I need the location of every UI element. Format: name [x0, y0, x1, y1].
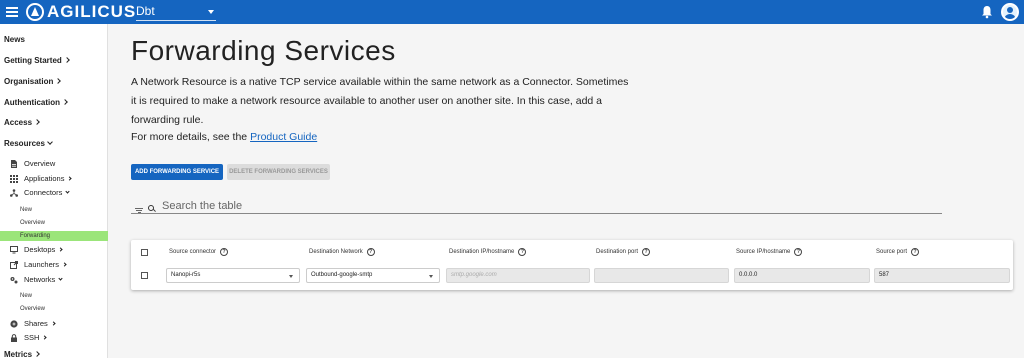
logo-text: AGILICUS — [47, 2, 137, 21]
chevron-right-icon — [34, 351, 40, 357]
help-icon[interactable]: ? — [794, 248, 803, 256]
share-cloud-icon — [10, 319, 18, 328]
agilicus-logo[interactable]: AGILICUS — [26, 2, 136, 22]
help-icon[interactable]: ? — [518, 248, 527, 256]
sidebar-subitem-networks-new[interactable]: New — [20, 293, 32, 299]
chevron-right-icon — [62, 99, 68, 105]
chevron-right-icon — [34, 119, 40, 125]
sidebar-nav: News Getting Started Organisation Authen… — [0, 24, 108, 358]
details-prefix: For more details, see the — [131, 131, 251, 143]
sidebar-item-applications[interactable]: Applications — [10, 174, 73, 183]
logo-mark-icon — [26, 3, 44, 21]
delete-forwarding-services-button[interactable]: DELETE FORWARDING SERVICES — [227, 164, 330, 180]
sidebar-item-access[interactable]: Access — [4, 118, 40, 127]
chevron-right-icon — [62, 262, 67, 267]
sidebar-item-launchers[interactable]: Launchers — [10, 260, 67, 269]
top-app-bar: AGILICUS Dbt — [0, 0, 1024, 24]
network-gears-icon — [10, 276, 18, 283]
sidebar-item-resources[interactable]: Resources — [4, 139, 53, 148]
sidebar-item-ssh[interactable]: SSH — [10, 333, 48, 342]
sidebar-item-resources-overview[interactable]: Overview — [10, 159, 55, 168]
chevron-right-icon — [58, 247, 63, 252]
column-header-source-ip[interactable]: Source IP/hostname? — [736, 248, 803, 256]
help-icon[interactable]: ? — [220, 248, 229, 256]
page-title: Forwarding Services — [131, 35, 396, 66]
column-header-destination-port[interactable]: Destination port? — [596, 248, 651, 256]
organisation-selector-value: Dbt — [136, 4, 155, 18]
search-icon — [148, 205, 154, 211]
sidebar-subitem-networks-overview[interactable]: Overview — [20, 306, 45, 312]
select-all-checkbox[interactable] — [141, 249, 148, 256]
add-forwarding-service-button[interactable]: ADD FORWARDING SERVICE — [131, 164, 223, 180]
sidebar-item-organisation[interactable]: Organisation — [4, 77, 62, 86]
notification-bell-icon[interactable] — [981, 5, 993, 19]
chevron-right-icon — [63, 57, 70, 63]
column-header-destination-host[interactable]: Destination IP/hostname? — [449, 248, 527, 256]
filter-icon[interactable] — [135, 207, 143, 213]
sidebar-item-metrics[interactable]: Metrics — [4, 350, 40, 358]
destination-network-select[interactable]: Outbound-google-smtp — [306, 268, 440, 283]
sidebar-item-connectors[interactable]: Connectors — [10, 188, 70, 197]
launch-external-icon — [10, 260, 18, 269]
sidebar-item-shares[interactable]: Shares — [10, 319, 56, 328]
details-text: For more details, see the Product Guide — [131, 131, 317, 143]
chevron-right-icon — [55, 78, 62, 84]
row-checkbox[interactable] — [141, 272, 148, 279]
document-icon — [11, 159, 17, 168]
destination-port-input[interactable] — [594, 268, 729, 283]
sidebar-item-networks[interactable]: Networks — [10, 275, 63, 284]
chevron-right-icon — [51, 321, 56, 326]
help-icon[interactable]: ? — [911, 248, 920, 256]
dropdown-arrow-icon — [289, 275, 293, 278]
column-header-source-port[interactable]: Source port? — [876, 248, 920, 256]
help-icon[interactable]: ? — [642, 248, 651, 256]
chevron-down-icon — [47, 139, 53, 145]
active-nav-highlight — [0, 231, 108, 241]
help-icon[interactable]: ? — [366, 248, 375, 256]
table-search-bar — [131, 200, 942, 214]
sidebar-item-news[interactable]: News — [4, 35, 25, 44]
apps-grid-icon — [10, 174, 18, 183]
page-description: A Network Resource is a native TCP servi… — [131, 76, 629, 126]
sidebar-item-desktops[interactable]: Desktops — [10, 245, 63, 254]
dropdown-arrow-icon — [429, 275, 433, 278]
organisation-selector[interactable]: Dbt — [136, 3, 216, 21]
source-port-input[interactable]: 587 — [874, 268, 1010, 283]
chevron-down-icon — [58, 276, 63, 281]
column-header-source-connector[interactable]: Source connector? — [169, 248, 229, 256]
sidebar-subitem-forwarding[interactable]: Forwarding — [20, 233, 50, 239]
chevron-down-icon — [65, 189, 70, 194]
source-ip-input[interactable]: 0.0.0.0 — [734, 268, 870, 283]
sidebar-subitem-connectors-new[interactable]: New — [20, 207, 32, 213]
product-guide-link[interactable]: Product Guide — [250, 131, 317, 143]
lock-icon — [11, 333, 17, 342]
chevron-right-icon — [42, 335, 48, 340]
column-header-destination-network[interactable]: Destination Network? — [309, 248, 375, 256]
search-input[interactable] — [162, 200, 562, 212]
connector-hub-icon — [10, 188, 18, 197]
sidebar-item-getting-started[interactable]: Getting Started — [4, 56, 70, 65]
sidebar-item-authentication[interactable]: Authentication — [4, 98, 68, 107]
main-content: Forwarding Services A Network Resource i… — [108, 24, 1024, 358]
source-connector-select[interactable]: Nanopi-r5s — [166, 268, 300, 283]
forwarding-services-table: Source connector? Destination Network? D… — [131, 240, 1013, 290]
desktop-monitor-icon — [10, 245, 18, 253]
chevron-down-icon — [208, 10, 214, 14]
hamburger-menu-icon[interactable] — [6, 5, 18, 19]
sidebar-subitem-connectors-overview[interactable]: Overview — [20, 220, 45, 226]
user-avatar[interactable] — [1001, 3, 1019, 21]
chevron-right-icon — [67, 176, 73, 181]
destination-host-input[interactable]: smtp.google.com — [446, 268, 590, 283]
